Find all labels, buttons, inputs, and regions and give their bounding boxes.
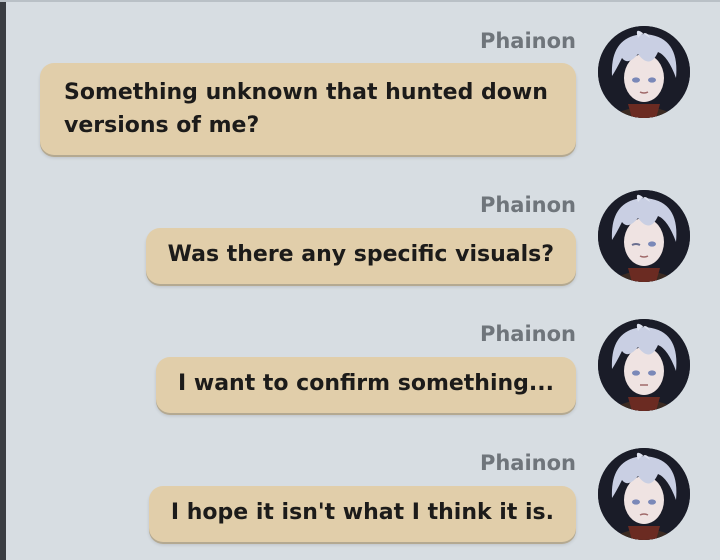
message-bubble[interactable]: I want to confirm something... <box>156 357 576 413</box>
avatar[interactable] <box>598 448 690 540</box>
avatar[interactable] <box>598 190 690 282</box>
top-divider <box>0 0 720 2</box>
character-avatar-icon <box>598 448 690 540</box>
message-bubble[interactable]: Something unknown that hunted down versi… <box>40 63 576 155</box>
left-panel-edge <box>0 0 6 560</box>
message-text: I hope it isn't what I think it is. <box>170 500 554 525</box>
chat-view: Phainon Something unknown that hunted do… <box>0 0 720 560</box>
message-bubble[interactable]: Was there any specific visuals? <box>145 228 576 284</box>
sender-name: Phainon <box>479 451 576 475</box>
message-text: I want to confirm something... <box>178 371 554 396</box>
avatar[interactable] <box>598 319 690 411</box>
message-text: Something unknown that hunted down versi… <box>64 80 548 138</box>
character-avatar-icon <box>598 26 690 118</box>
avatar[interactable] <box>598 26 690 118</box>
character-avatar-icon <box>598 319 690 411</box>
message-text: Was there any specific visuals? <box>167 242 554 267</box>
sender-name: Phainon <box>479 29 576 53</box>
sender-name: Phainon <box>479 193 576 217</box>
message-bubble[interactable]: I hope it isn't what I think it is. <box>148 486 576 542</box>
character-avatar-icon <box>598 190 690 282</box>
sender-name: Phainon <box>479 322 576 346</box>
